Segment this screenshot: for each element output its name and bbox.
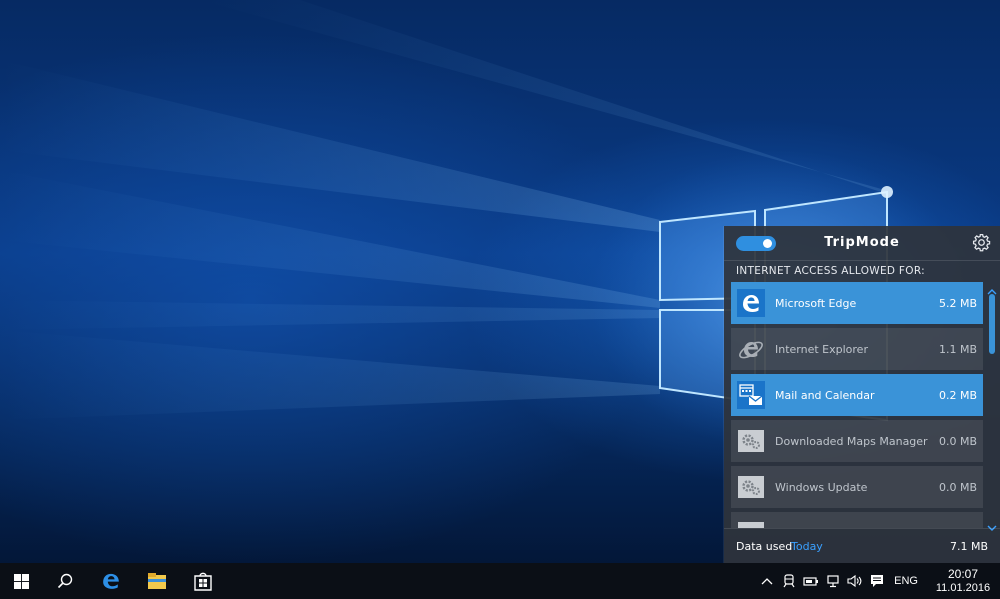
gears-icon [737,427,765,455]
store-icon [194,572,212,591]
data-used-total: 7.1 MB [949,540,988,553]
app-row-microsoft-edge[interactable]: Microsoft Edge 5.2 MB [731,282,983,324]
clock[interactable]: 20:07 11.01.2016 [930,567,996,595]
app-icon [737,519,765,528]
windows-logo-icon [13,573,29,589]
panel-header: TripMode [724,226,1000,261]
panel-title: TripMode [824,235,900,250]
scroll-down-icon[interactable] [987,518,997,531]
app-row-mail-and-calendar[interactable]: Mail and Calendar 0.2 MB [731,374,983,416]
taskbar-edge-button[interactable] [88,563,134,599]
app-name: Downloaded Maps Manager [775,434,928,448]
battery-icon[interactable] [800,563,822,599]
scroll-thumb[interactable] [989,294,995,354]
section-label: INTERNET ACCESS ALLOWED FOR: [736,265,925,277]
gear-icon[interactable] [972,233,991,256]
app-size: 5.2 MB [938,296,977,310]
list-scrollbar[interactable] [987,282,997,531]
start-button[interactable] [0,563,42,599]
tripmode-panel: TripMode INTERNET ACCESS ALLOWED FOR: Mi… [724,226,1000,563]
edge-icon [737,289,765,317]
chevron-up-icon[interactable] [756,563,778,599]
network-icon[interactable] [822,563,844,599]
mail-calendar-icon [737,381,765,409]
app-name: Mail and Calendar [775,388,875,402]
clock-date: 11.01.2016 [935,582,991,594]
gears-icon [737,473,765,501]
train-icon[interactable] [778,563,800,599]
ie-icon [737,335,765,363]
app-size: 1.1 MB [938,342,977,356]
volume-icon[interactable] [844,563,866,599]
period-selector[interactable]: Today [791,540,823,553]
taskbar: ENG 20:07 11.01.2016 [0,563,1000,599]
file-explorer-button[interactable] [134,563,180,599]
data-used-label: Data used [736,540,793,553]
app-name: Windows Update [775,480,868,494]
language-indicator[interactable]: ENG [894,575,918,587]
app-row-internet-explorer[interactable]: Internet Explorer 1.1 MB [731,328,983,370]
app-row-windows-update[interactable]: Windows Update 0.0 MB [731,466,983,508]
folder-icon [148,573,166,589]
store-button[interactable] [180,563,226,599]
clock-time: 20:07 [947,567,979,581]
system-tray: ENG 20:07 11.01.2016 [756,563,1000,599]
panel-footer: Data used Today 7.1 MB [724,528,1000,563]
app-size: 0.0 MB [938,480,977,494]
app-size: 0.2 MB [938,388,977,402]
app-list: Microsoft Edge 5.2 MB Internet Explorer … [731,282,983,528]
app-row-partial[interactable] [731,512,983,528]
action-center-icon[interactable] [866,563,888,599]
app-row-downloaded-maps-manager[interactable]: Downloaded Maps Manager 0.0 MB [731,420,983,462]
scroll-up-icon[interactable] [987,282,997,295]
app-name: Microsoft Edge [775,296,857,310]
app-name: Internet Explorer [775,342,868,356]
edge-icon [103,573,119,589]
search-icon [57,573,73,589]
search-button[interactable] [42,563,88,599]
app-size: 0.0 MB [938,434,977,448]
